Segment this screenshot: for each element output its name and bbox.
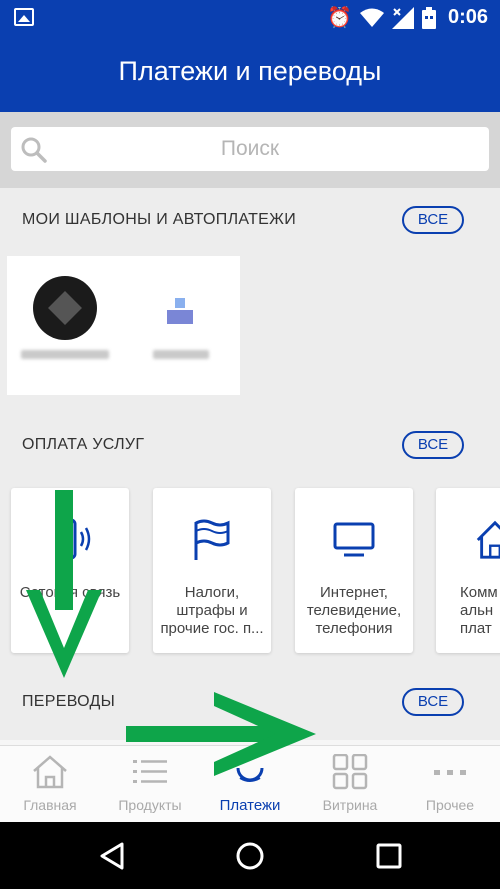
status-time: 0:06 <box>447 6 488 28</box>
search-input[interactable] <box>11 127 489 171</box>
template-item[interactable] <box>7 256 123 395</box>
battery-icon <box>421 6 436 29</box>
more-icon <box>430 754 470 790</box>
section-title-transfers: ПЕРЕВОДЫ <box>22 693 116 710</box>
template-label-blurred <box>153 350 209 359</box>
templates-list <box>7 256 240 395</box>
service-card-internet[interactable]: Интернет, телевидение, телефония <box>295 488 413 653</box>
app-bar: Платежи и переводы <box>0 34 500 112</box>
service-label: Налоги, штрафы и прочие гос. п... <box>160 584 264 637</box>
back-icon[interactable] <box>96 840 128 872</box>
page-title: Платежи и переводы <box>118 56 382 86</box>
status-bar: ⏰ 0:06 <box>0 0 500 34</box>
house-icon <box>436 518 500 562</box>
templates-all-button[interactable]: ВСЕ <box>402 206 464 234</box>
services-all-button[interactable]: ВСЕ <box>402 431 464 459</box>
tv-icon <box>295 518 413 562</box>
nav-item-payments[interactable]: Платежи <box>200 746 300 823</box>
search-container <box>0 112 500 188</box>
service-label: Комм альн плат <box>460 584 498 637</box>
service-card-utilities[interactable]: Комм альн плат <box>436 488 500 653</box>
nav-item-home[interactable]: Главная <box>0 746 100 823</box>
service-card-mobile[interactable]: Сотовая связь <box>11 488 129 653</box>
template-icon <box>167 298 193 324</box>
status-icons: ⏰ 0:06 <box>327 5 488 30</box>
recents-icon[interactable] <box>373 840 405 872</box>
wifi-icon <box>359 8 384 27</box>
template-label-blurred <box>21 350 109 359</box>
bottom-navigation: Главная Продукты Платежи Витрина Прочее <box>0 745 500 822</box>
service-card-taxes[interactable]: Налоги, штрафы и прочие гос. п... <box>153 488 271 653</box>
transfers-all-button[interactable]: ВСЕ <box>402 688 464 716</box>
nav-label: Продукты <box>118 797 182 813</box>
list-icon <box>130 754 170 790</box>
signal-icon <box>391 6 414 29</box>
template-avatar <box>33 276 97 340</box>
system-navigation-bar <box>0 822 500 889</box>
template-item[interactable] <box>123 256 240 395</box>
nav-label: Главная <box>23 797 77 813</box>
grid-icon <box>330 754 370 790</box>
home-circle-icon[interactable] <box>234 840 266 872</box>
nav-label: Прочее <box>425 797 475 813</box>
service-label: Сотовая связь <box>19 584 121 601</box>
nav-item-showcase[interactable]: Витрина <box>300 746 400 823</box>
section-title-templates: МОИ ШАБЛОНЫ И АВТОПЛАТЕЖИ <box>22 211 297 228</box>
payments-icon <box>230 754 270 790</box>
gallery-icon <box>14 8 34 26</box>
nav-label: Витрина <box>322 797 378 813</box>
service-label: Интернет, телевидение, телефония <box>306 584 402 637</box>
alarm-icon: ⏰ <box>327 7 352 29</box>
nav-item-products[interactable]: Продукты <box>100 746 200 823</box>
section-title-services: ОПЛАТА УСЛУГ <box>22 436 145 453</box>
home-icon <box>30 754 70 790</box>
search-box[interactable] <box>11 127 489 171</box>
phone-icon <box>11 518 129 562</box>
nav-label: Платежи <box>219 797 281 814</box>
flag-icon <box>153 518 271 562</box>
nav-item-more[interactable]: Прочее <box>400 746 500 823</box>
